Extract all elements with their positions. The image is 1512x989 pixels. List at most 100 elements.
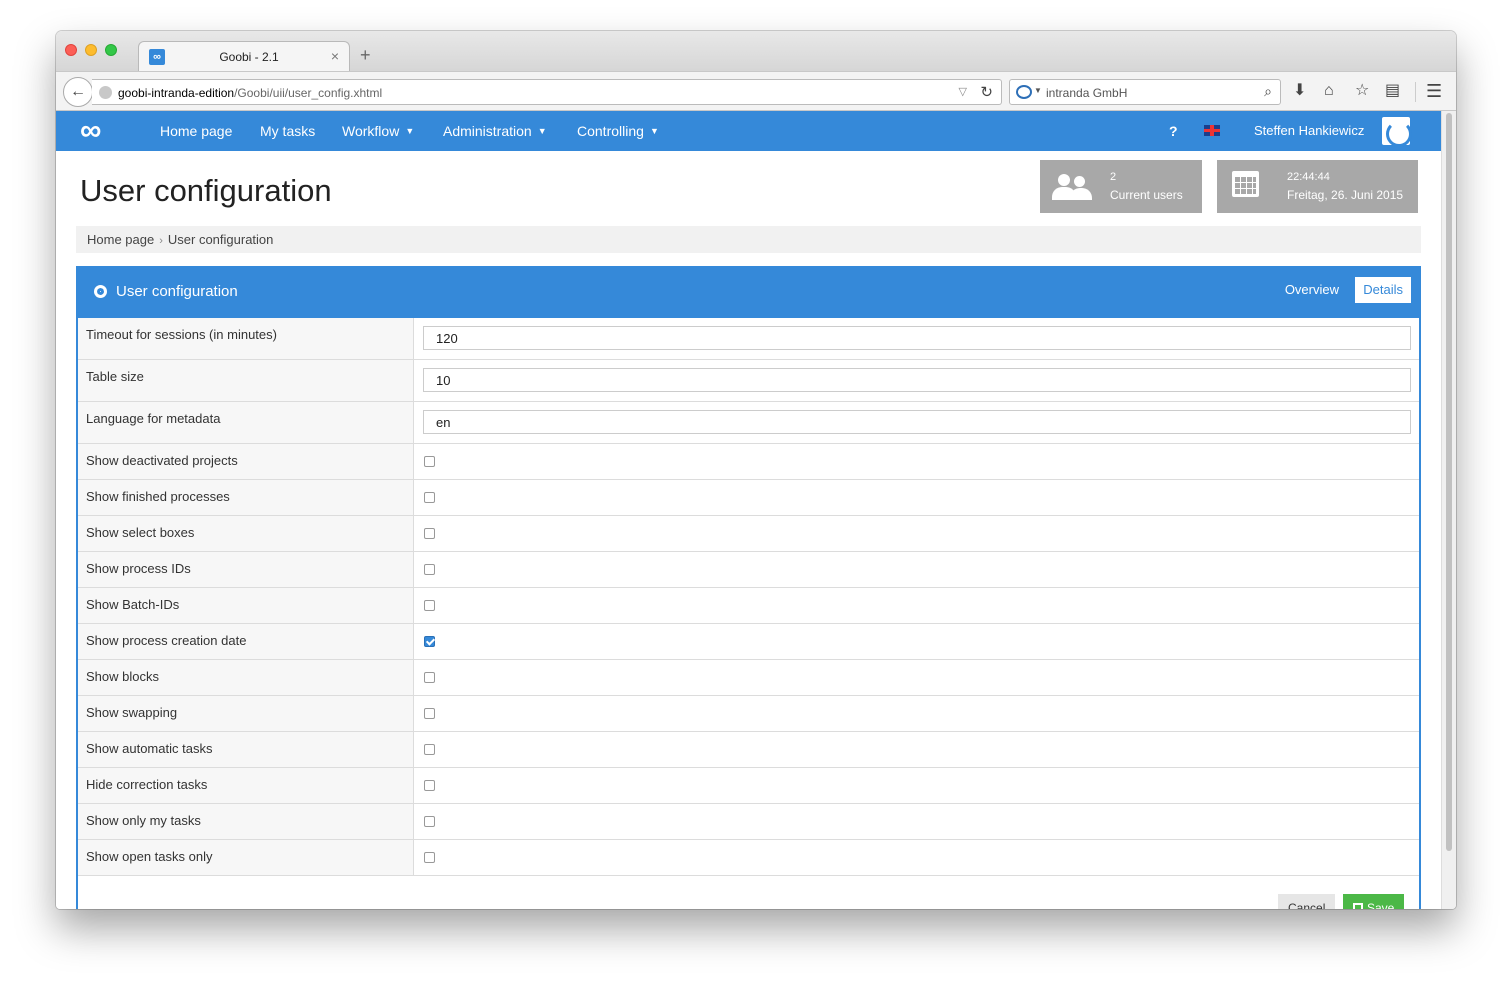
user-avatar-icon[interactable] <box>1382 117 1412 147</box>
form-row-checkbox: Show finished processes <box>78 480 1419 516</box>
user-configuration-panel: User configuration Overview Details Time… <box>76 266 1421 909</box>
hamburger-menu-icon[interactable]: ☰ <box>1426 81 1442 101</box>
breadcrumb-home-page[interactable]: Home page <box>87 232 154 247</box>
search-engine-caret-icon[interactable]: ▼ <box>1034 86 1042 95</box>
nav-administration[interactable]: Administration ▼ <box>443 123 547 139</box>
table-size-input[interactable] <box>423 368 1411 392</box>
user-name[interactable]: Steffen Hankiewicz <box>1254 123 1364 138</box>
checkbox-label: Show only my tasks <box>78 804 414 839</box>
cancel-button[interactable]: Cancel <box>1278 894 1336 909</box>
goobi-logo-icon[interactable]: ∞ <box>80 116 101 146</box>
tab-title: Goobi - 2.1 <box>219 50 279 64</box>
page-scrollbar[interactable] <box>1441 111 1456 909</box>
tab-overview[interactable]: Overview <box>1277 277 1347 303</box>
tab-close-icon[interactable]: × <box>331 48 339 64</box>
show-blocks-checkbox[interactable] <box>424 672 435 683</box>
page-viewport: ∞ Home page My tasks Workflow ▼ Administr… <box>56 111 1441 909</box>
show-swapping-checkbox[interactable] <box>424 708 435 719</box>
reload-icon[interactable]: ↻ <box>980 83 993 101</box>
bookmarks-list-icon[interactable]: ▤ <box>1385 81 1400 101</box>
show-deactivated-projects-checkbox[interactable] <box>424 456 435 467</box>
window-maximize-button[interactable] <box>105 44 117 56</box>
globe-icon <box>99 86 112 99</box>
form-row-checkbox: Show automatic tasks <box>78 732 1419 768</box>
show-select-boxes-checkbox[interactable] <box>424 528 435 539</box>
tab-strip: ∞ Goobi - 2.1 × + <box>56 31 1456 71</box>
checkbox-label: Hide correction tasks <box>78 768 414 803</box>
search-engine-icon[interactable] <box>1016 85 1032 99</box>
panel-header: User configuration Overview Details <box>78 268 1419 318</box>
chevron-down-icon: ▼ <box>537 126 547 136</box>
back-button[interactable]: ← <box>63 77 93 107</box>
window-close-button[interactable] <box>65 44 77 56</box>
save-button[interactable]: Save <box>1343 894 1405 909</box>
form-row-checkbox: Show process IDs <box>78 552 1419 588</box>
goobi-favicon-icon: ∞ <box>149 49 165 65</box>
show-process-ids-checkbox[interactable] <box>424 564 435 575</box>
form-rows: Timeout for sessions (in minutes) Table … <box>78 318 1419 876</box>
nav-workflow[interactable]: Workflow ▼ <box>342 123 414 139</box>
show-only-my-tasks-checkbox[interactable] <box>424 816 435 827</box>
form-row-checkbox: Show process creation date <box>78 624 1419 660</box>
calendar-icon <box>1232 171 1259 197</box>
gear-icon <box>94 285 107 298</box>
table-size-label: Table size <box>78 360 414 401</box>
checkbox-label: Show open tasks only <box>78 840 414 875</box>
form-row-metadata-language: Language for metadata <box>78 402 1419 444</box>
nav-my-tasks[interactable]: My tasks <box>260 123 315 139</box>
new-tab-icon[interactable]: + <box>360 46 371 64</box>
checkbox-label: Show Batch-IDs <box>78 588 414 623</box>
tab-details[interactable]: Details <box>1355 277 1411 303</box>
form-row-checkbox: Show open tasks only <box>78 840 1419 876</box>
form-row-checkbox: Hide correction tasks <box>78 768 1419 804</box>
checkbox-label: Show select boxes <box>78 516 414 551</box>
current-users-count: 2 <box>1110 171 1117 183</box>
save-button-label: Save <box>1367 901 1395 909</box>
uk-flag-icon[interactable] <box>1204 125 1220 136</box>
browser-toolbar: ← goobi-intranda-edition/Goobi/uii/user_… <box>56 71 1456 111</box>
show-automatic-tasks-checkbox[interactable] <box>424 744 435 755</box>
checkbox-label: Show process IDs <box>78 552 414 587</box>
nav-controlling[interactable]: Controlling ▼ <box>577 123 659 139</box>
metadata-language-label: Language for metadata <box>78 402 414 443</box>
checkbox-label: Show deactivated projects <box>78 444 414 479</box>
browser-tab[interactable]: ∞ Goobi - 2.1 × <box>138 41 350 71</box>
checkbox-label: Show automatic tasks <box>78 732 414 767</box>
form-row-checkbox: Show select boxes <box>78 516 1419 552</box>
url-host: goobi-intranda-edition <box>118 86 235 100</box>
page-title: User configuration <box>80 173 332 208</box>
nav-administration-label: Administration <box>443 123 532 139</box>
search-icon[interactable]: ⌕ <box>1264 83 1272 100</box>
download-icon[interactable]: ⬇ <box>1293 81 1306 101</box>
form-row-session-timeout: Timeout for sessions (in minutes) <box>78 318 1419 360</box>
show-process-creation-date-checkbox[interactable] <box>424 636 435 647</box>
scrollbar-thumb[interactable] <box>1446 113 1452 851</box>
hide-correction-tasks-checkbox[interactable] <box>424 780 435 791</box>
metadata-language-input[interactable] <box>423 410 1411 434</box>
url-path: /Goobi/uii/user_config.xhtml <box>234 86 383 100</box>
show-open-tasks-only-checkbox[interactable] <box>424 852 435 863</box>
current-time: 22:44:44 <box>1287 171 1330 183</box>
window-minimize-button[interactable] <box>85 44 97 56</box>
breadcrumb-separator: › <box>159 235 163 247</box>
current-users-label: Current users <box>1110 188 1183 202</box>
search-bar[interactable]: ▼ intranda GmbH ⌕ <box>1009 79 1281 105</box>
url-bar[interactable]: goobi-intranda-edition/Goobi/uii/user_co… <box>92 79 1002 105</box>
show-batch-ids-checkbox[interactable] <box>424 600 435 611</box>
url-dropdown-icon[interactable]: ▽ <box>959 85 967 98</box>
breadcrumb: Home page › User configuration <box>76 226 1421 253</box>
session-timeout-label: Timeout for sessions (in minutes) <box>78 318 414 359</box>
form-row-checkbox: Show deactivated projects <box>78 444 1419 480</box>
home-icon[interactable]: ⌂ <box>1324 81 1334 101</box>
checkbox-label: Show blocks <box>78 660 414 695</box>
url-text: goobi-intranda-edition/Goobi/uii/user_co… <box>118 86 382 100</box>
show-finished-processes-checkbox[interactable] <box>424 492 435 503</box>
current-users-box[interactable]: 2 Current users <box>1040 160 1202 213</box>
checkbox-label: Show swapping <box>78 696 414 731</box>
nav-home-page[interactable]: Home page <box>160 123 232 139</box>
session-timeout-input[interactable] <box>423 326 1411 350</box>
bookmark-star-icon[interactable]: ☆ <box>1355 81 1369 101</box>
chevron-down-icon: ▼ <box>649 126 659 136</box>
search-input[interactable]: intranda GmbH <box>1046 86 1127 100</box>
help-icon[interactable]: ? <box>1169 123 1178 139</box>
